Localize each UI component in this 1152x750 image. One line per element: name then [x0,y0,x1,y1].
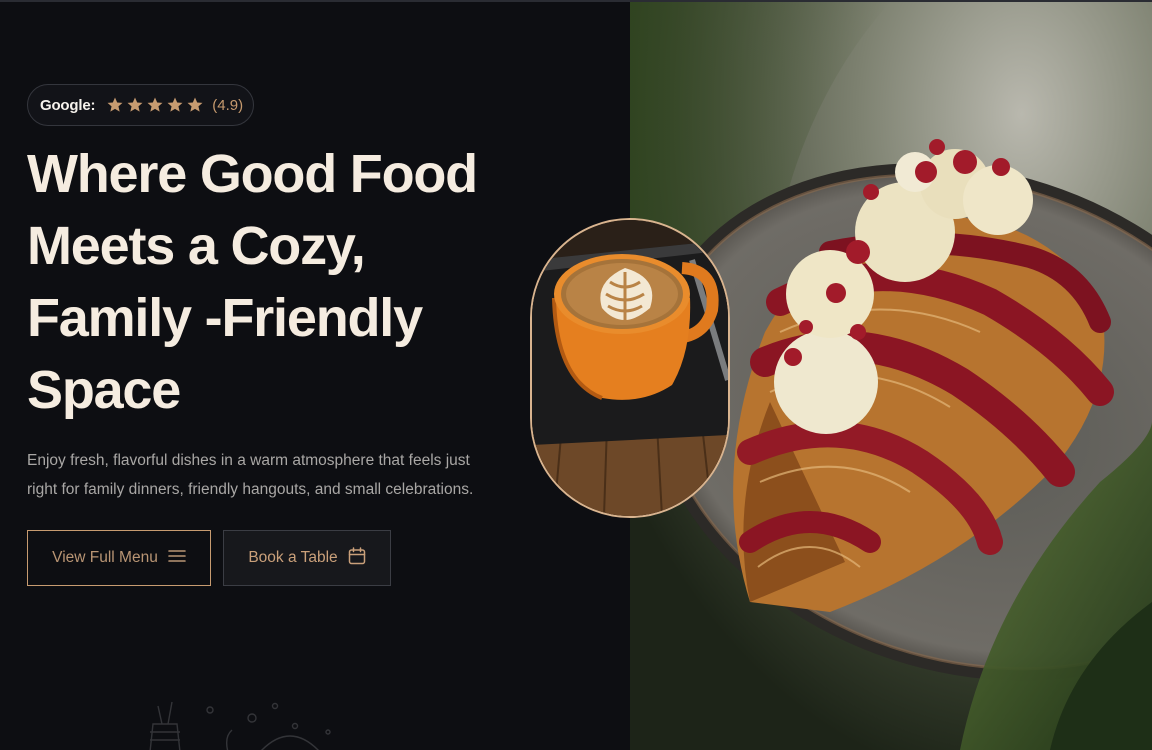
view-full-menu-label: View Full Menu [52,549,158,566]
hero-title-line: Space [27,360,181,420]
hero-description-line: right for family dinners, friendly hango… [27,481,474,498]
food-doodle-decoration [149,701,331,750]
rating-stars [106,96,204,114]
latte-photo-image [532,220,728,516]
star-icon [126,96,144,114]
hero-title: Where Good Food Meets a Cozy, Family -Fr… [27,138,547,426]
rating-source-label: Google: [40,96,96,114]
coffee-photo-inset [530,218,730,518]
calendar-icon [348,546,366,570]
star-icon [146,96,164,114]
hero-title-line: Meets a Cozy, [27,216,366,276]
hero-description-line: Enjoy fresh, flavorful dishes in a warm … [27,452,470,469]
hero-description: Enjoy fresh, flavorful dishes in a warm … [27,446,527,504]
hero-title-line: Family -Friendly [27,288,423,348]
star-icon [106,96,124,114]
book-table-button[interactable]: Book a Table [223,530,391,586]
google-rating-badge: Google: (4.9) [27,84,254,126]
star-icon [186,96,204,114]
hero-title-line: Where Good Food [27,144,478,204]
view-full-menu-button[interactable]: View Full Menu [27,530,211,586]
menu-lines-icon [168,549,186,568]
star-icon [166,96,184,114]
rating-score: (4.9) [212,96,244,114]
book-table-label: Book a Table [248,549,338,566]
